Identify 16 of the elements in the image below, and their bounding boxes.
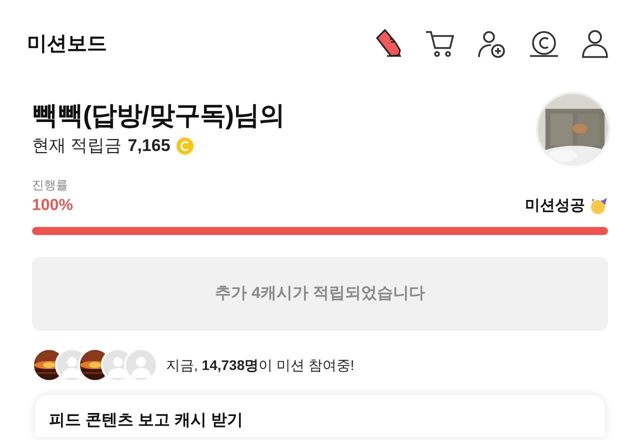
coin-icon[interactable] [528, 30, 560, 58]
cart-icon[interactable] [424, 29, 456, 59]
party-icon [590, 197, 608, 215]
points-label: 현재 적립금 [32, 135, 122, 157]
participants-text: 지금, 14,738명이 미션 참여중! [166, 356, 354, 374]
points-value: 7,165 [128, 135, 170, 157]
mission-status: 미션성공 [525, 196, 585, 216]
progress-percent: 100% [32, 196, 73, 216]
notice-text: 추가 4캐시가 적립되었습니다 [215, 284, 425, 304]
progress-label: 진행률 [32, 177, 69, 194]
nickname: 빽빽(답방/맞구독)님의 [32, 99, 285, 131]
add-friend-icon[interactable] [477, 29, 507, 59]
coin-icon [176, 136, 194, 155]
profile-icon[interactable] [581, 29, 609, 59]
page-title: 미션보드 [27, 32, 107, 57]
card-title[interactable]: 피드 콘텐츠 보고 캐시 받기 [49, 412, 243, 429]
